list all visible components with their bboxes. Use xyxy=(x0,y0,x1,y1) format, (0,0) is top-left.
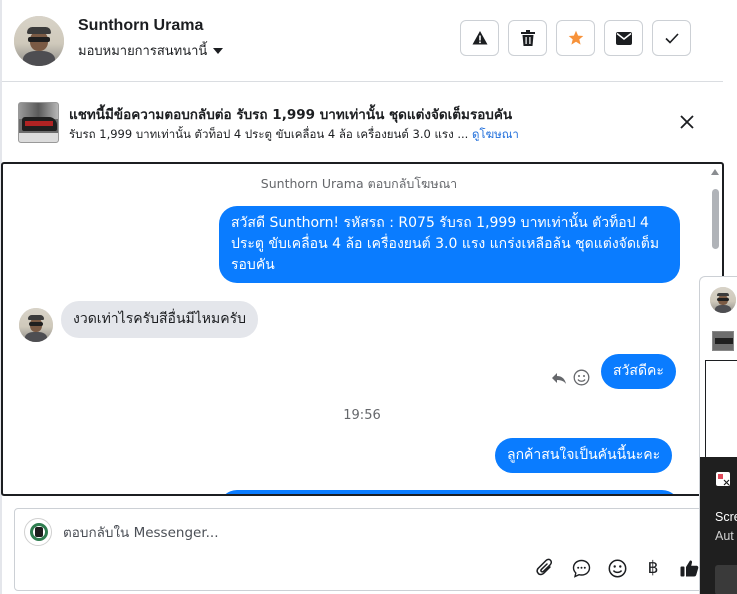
paperclip-icon xyxy=(536,558,553,576)
notification-title: Scre xyxy=(715,510,737,524)
like-button[interactable] xyxy=(678,557,700,579)
notification-subtitle: Aut xyxy=(715,529,734,543)
saved-replies-button[interactable] xyxy=(570,557,592,579)
ad-thumbnail[interactable] xyxy=(18,102,59,143)
preview-box xyxy=(705,360,737,458)
currency-baht-icon[interactable]: ฿ xyxy=(642,557,664,579)
report-spam-button[interactable] xyxy=(460,20,499,56)
trash-icon xyxy=(520,30,535,46)
star-button[interactable] xyxy=(556,20,595,56)
outgoing-message[interactable]: ลูกค้าสนใจเป็นคันนี้นะคะ xyxy=(495,438,673,473)
screenshot-app-icon xyxy=(716,472,730,486)
ad-reply-banner: แชทนี้มีข้อความตอบกลับต่อ รับรถ 1,999 บา… xyxy=(2,83,723,159)
assign-conversation-dropdown[interactable]: มอบหมายการสนทนานี้ xyxy=(78,40,224,61)
close-icon[interactable] xyxy=(678,113,696,131)
ad-title: แชทนี้มีข้อความตอบกลับต่อ รับรถ 1,999 บา… xyxy=(69,107,513,123)
ad-subtitle: รับรถ 1,999 บาทเท่านั้น ตัวท็อป 4 ประตู … xyxy=(69,126,519,144)
view-ad-link[interactable]: ดูโฆษณา xyxy=(472,127,519,141)
message-thread[interactable]: Sunthorn Urama ตอบกลับโฆษณา สวัสดี Sunth… xyxy=(1,162,724,496)
notification-action-button[interactable] xyxy=(715,565,737,594)
chat-bubble-icon xyxy=(572,559,590,578)
page-avatar xyxy=(24,518,52,546)
emoji-button[interactable] xyxy=(606,557,628,579)
contact-avatar-small[interactable] xyxy=(19,308,53,342)
conversation-header: Sunthorn Urama มอบหมายการสนทนานี้ xyxy=(2,0,723,82)
assign-label: มอบหมายการสนทนานี้ xyxy=(78,44,208,59)
side-popup-panel: Scre Aut xyxy=(699,276,737,594)
incoming-message[interactable]: งวดเท่าไรครับสีอื่นมีไหมครับ xyxy=(61,301,259,338)
alert-triangle-icon xyxy=(472,31,487,45)
contact-avatar-mini[interactable] xyxy=(710,287,736,313)
smiley-icon xyxy=(608,559,626,577)
star-icon xyxy=(568,30,583,45)
outgoing-message-partial[interactable] xyxy=(219,490,680,494)
attach-button[interactable] xyxy=(534,557,556,579)
inbox-conversation-view: Sunthorn Urama มอบหมายการสนทนานี้ แชทนี้… xyxy=(0,0,737,594)
emoji-react-icon[interactable] xyxy=(573,369,590,386)
mark-unread-button[interactable] xyxy=(604,20,643,56)
envelope-icon xyxy=(615,31,632,45)
delete-button[interactable] xyxy=(508,20,547,56)
outgoing-message[interactable]: สวัสดี Sunthorn! รหัสรถ : R075 รับรถ 1,9… xyxy=(219,206,680,283)
reply-icon[interactable] xyxy=(551,370,567,386)
contact-avatar[interactable] xyxy=(14,16,64,66)
outgoing-message[interactable]: สวัสดีคะ xyxy=(601,354,676,389)
ad-reply-note: Sunthorn Urama ตอบกลับโฆษณา xyxy=(260,176,458,191)
check-icon xyxy=(664,32,679,44)
thumbs-up-icon xyxy=(680,560,698,577)
mark-done-button[interactable] xyxy=(652,20,691,56)
message-input[interactable] xyxy=(63,523,563,543)
ad-thumbnail-mini[interactable] xyxy=(712,331,734,351)
timestamp-separator: 19:56 xyxy=(343,408,381,423)
notification-toast[interactable]: Scre Aut xyxy=(700,457,737,594)
ad-description: รับรถ 1,999 บาทเท่านั้น ตัวท็อป 4 ประตู … xyxy=(69,127,469,141)
chevron-down-icon xyxy=(213,47,224,54)
contact-name[interactable]: Sunthorn Urama xyxy=(78,17,203,35)
scrollbar-thumb[interactable] xyxy=(712,189,719,249)
reply-composer: ฿ xyxy=(14,508,709,591)
